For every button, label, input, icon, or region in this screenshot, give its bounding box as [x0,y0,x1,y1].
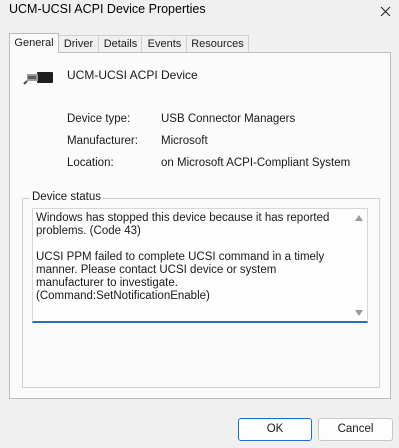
location-label: Location: [67,157,114,169]
device-status-text: Windows has stopped this device because … [36,212,330,302]
device-status-textbox[interactable]: Windows has stopped this device because … [32,208,368,323]
close-icon [380,6,390,16]
scroll-down-arrow-icon[interactable] [354,309,364,317]
manufacturer-label: Manufacturer: [67,135,138,147]
device-status-legend: Device status [30,191,104,203]
tab-events[interactable]: Events [141,35,188,52]
tab-details[interactable]: Details [98,35,143,52]
location-value: on Microsoft ACPI-Compliant System [161,157,351,169]
device-type-value: USB Connector Managers [161,113,296,125]
window-title: UCM-UCSI ACPI Device Properties [9,2,206,16]
cancel-button[interactable]: Cancel [318,418,393,441]
tab-strip: General Driver Details Events Resources [9,33,391,53]
scroll-up-arrow-icon[interactable] [354,214,364,222]
usb-connector-icon [23,72,53,85]
title-bar: UCM-UCSI ACPI Device Properties [0,0,399,22]
tab-driver[interactable]: Driver [57,35,100,52]
device-type-label: Device type: [67,113,131,125]
ok-button[interactable]: OK [238,418,312,441]
tab-general[interactable]: General [9,33,59,53]
close-button[interactable] [371,0,399,22]
tab-resources[interactable]: Resources [186,35,249,52]
manufacturer-value: Microsoft [161,135,208,147]
device-name: UCM-UCSI ACPI Device [67,68,198,82]
